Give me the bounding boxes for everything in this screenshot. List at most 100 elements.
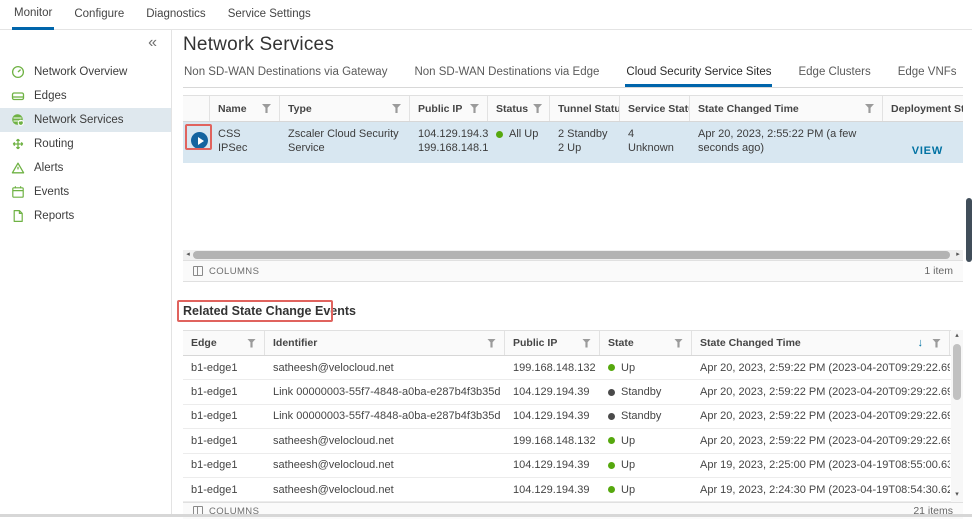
table-row[interactable]: b1-edge1 satheesh@velocloud.net 199.168.…: [183, 429, 963, 453]
scroll-down-icon[interactable]: ▾: [951, 490, 963, 500]
column-header-tunnel-status[interactable]: Tunnel Status: [550, 96, 620, 121]
column-header-edge[interactable]: Edge: [183, 331, 265, 355]
state-changed-time-cell: Apr 20, 2023, 2:59:22 PM (2023-04-20T09:…: [692, 410, 950, 422]
sidebar-item-label: Routing: [34, 138, 74, 150]
filter-icon[interactable]: [932, 339, 941, 348]
column-header-deployment-status[interactable]: Deployment Status↓: [883, 96, 963, 121]
state-label: Standby: [621, 386, 661, 398]
sidebar-item-label: Alerts: [34, 162, 63, 174]
tab-edge-clusters[interactable]: Edge Clusters: [797, 63, 871, 87]
status-dot-icon: [608, 437, 615, 444]
column-label: Deployment Status: [891, 103, 963, 115]
filter-icon[interactable]: [582, 339, 591, 348]
sidebar-item-network-services[interactable]: Network Services: [0, 108, 171, 132]
columns-button[interactable]: COLUMNS: [193, 266, 259, 277]
sidebar-item-events[interactable]: Events: [0, 180, 171, 204]
sidebar-collapse-icon[interactable]: «: [148, 34, 157, 52]
filter-icon[interactable]: [470, 104, 479, 113]
filter-icon[interactable]: [674, 339, 683, 348]
filter-icon[interactable]: [487, 339, 496, 348]
table-row[interactable]: b1-edge1 satheesh@velocloud.net 104.129.…: [183, 478, 963, 502]
column-header-state-changed-time[interactable]: State Changed Time↓: [692, 331, 950, 355]
calendar-icon: [11, 185, 25, 199]
state-label: Up: [621, 459, 635, 471]
state-cell: Standby: [600, 386, 692, 398]
service-row-css-ipsec[interactable]: CSS IPSec Zscaler Cloud Security Service…: [183, 122, 963, 163]
tunnel-status-1: 2 Standby: [558, 127, 612, 141]
public-ip-1: 104.129.194.39: [418, 127, 480, 141]
nav-item-diagnostics[interactable]: Diagnostics: [144, 0, 207, 30]
column-header-public-ip[interactable]: Public IP: [505, 331, 600, 355]
column-label: Name: [218, 103, 247, 115]
horizontal-scroll-thumb[interactable]: [193, 251, 950, 259]
scroll-left-icon[interactable]: ◂: [183, 250, 193, 260]
page-scrollbar-thumb[interactable]: [966, 198, 972, 262]
column-header-state-changed-time[interactable]: State Changed Time: [690, 96, 883, 121]
filter-icon[interactable]: [262, 104, 271, 113]
tab-edge-vnfs[interactable]: Edge VNFs: [897, 63, 958, 87]
tab-non-sdwan-edge[interactable]: Non SD-WAN Destinations via Edge: [413, 63, 600, 87]
sidebar-item-alerts[interactable]: Alerts: [0, 156, 171, 180]
sidebar-item-label: Edges: [34, 90, 67, 102]
vertical-scrollbar[interactable]: ▴ ▾: [951, 330, 963, 502]
state-label: Up: [621, 435, 635, 447]
expand-cell: [183, 122, 210, 163]
expand-column-header: [183, 96, 210, 121]
tab-cloud-security-service-sites[interactable]: Cloud Security Service Sites: [625, 63, 772, 87]
column-header-service-status[interactable]: Service Status: [620, 96, 690, 121]
columns-icon: [193, 266, 203, 276]
table-row[interactable]: b1-edge1 Link 00000003-55f7-4848-a0ba-e2…: [183, 405, 963, 429]
edge-cell: b1-edge1: [183, 410, 265, 422]
nav-item-service-settings[interactable]: Service Settings: [226, 0, 313, 30]
services-table-header: Name Type Public IP Status Tunnel Status…: [183, 95, 963, 122]
filter-icon[interactable]: [865, 104, 874, 113]
table-row[interactable]: b1-edge1 satheesh@velocloud.net 104.129.…: [183, 454, 963, 478]
tab-non-sdwan-gateway[interactable]: Non SD-WAN Destinations via Gateway: [183, 63, 388, 87]
state-label: Standby: [621, 410, 661, 422]
edge-cell: b1-edge1: [183, 386, 265, 398]
nav-item-configure[interactable]: Configure: [72, 0, 126, 30]
column-header-public-ip[interactable]: Public IP: [410, 96, 488, 121]
sidebar-item-reports[interactable]: Reports: [0, 204, 171, 228]
filter-icon[interactable]: [533, 104, 542, 113]
state-cell: Up: [600, 459, 692, 471]
sidebar-item-label: Reports: [34, 210, 74, 222]
scroll-right-icon[interactable]: ▸: [953, 250, 963, 260]
public-ip-cell: 199.168.148.132: [505, 362, 600, 374]
sidebar-items: Network Overview Edges Network Services …: [0, 60, 171, 228]
view-link[interactable]: VIEW: [912, 144, 943, 158]
column-header-state[interactable]: State: [600, 331, 692, 355]
sidebar-item-routing[interactable]: Routing: [0, 132, 171, 156]
status-dot-icon: [608, 389, 615, 396]
network-services-icon: [11, 113, 25, 127]
state-cell: Up: [600, 435, 692, 447]
filter-icon[interactable]: [247, 339, 256, 348]
routing-icon: [11, 137, 25, 151]
sidebar-item-edges[interactable]: Edges: [0, 84, 171, 108]
column-header-identifier[interactable]: Identifier: [265, 331, 505, 355]
identifier-cell: Link 00000003-55f7-4848-a0ba-e287b4f3b35…: [265, 386, 505, 398]
horizontal-scrollbar[interactable]: ◂ ▸: [183, 250, 963, 260]
status-cell: All Up: [488, 122, 550, 163]
column-header-status[interactable]: Status: [488, 96, 550, 121]
filter-icon[interactable]: [392, 104, 401, 113]
sort-descending-icon[interactable]: ↓: [918, 337, 924, 349]
alert-triangle-icon: [11, 161, 25, 175]
expand-row-button[interactable]: [191, 132, 208, 149]
document-icon: [11, 209, 25, 223]
table-row[interactable]: b1-edge1 Link 00000003-55f7-4848-a0ba-e2…: [183, 380, 963, 404]
scroll-up-icon[interactable]: ▴: [951, 331, 963, 341]
column-label: Edge: [191, 337, 217, 349]
nav-item-monitor[interactable]: Monitor: [12, 0, 54, 30]
state-cell: Up: [600, 362, 692, 374]
sidebar-item-network-overview[interactable]: Network Overview: [0, 60, 171, 84]
identifier-cell: Link 00000003-55f7-4848-a0ba-e287b4f3b35…: [265, 410, 505, 422]
column-label: Type: [288, 103, 312, 115]
column-label: Public IP: [418, 103, 462, 115]
vertical-scroll-thumb[interactable]: [953, 344, 961, 400]
table-row[interactable]: b1-edge1 satheesh@velocloud.net 199.168.…: [183, 356, 963, 380]
column-header-name[interactable]: Name: [210, 96, 280, 121]
column-header-type[interactable]: Type: [280, 96, 410, 121]
services-table: Name Type Public IP Status Tunnel Status…: [183, 95, 963, 282]
state-changed-time-cell: Apr 19, 2023, 2:24:30 PM (2023-04-19T08:…: [692, 484, 950, 496]
